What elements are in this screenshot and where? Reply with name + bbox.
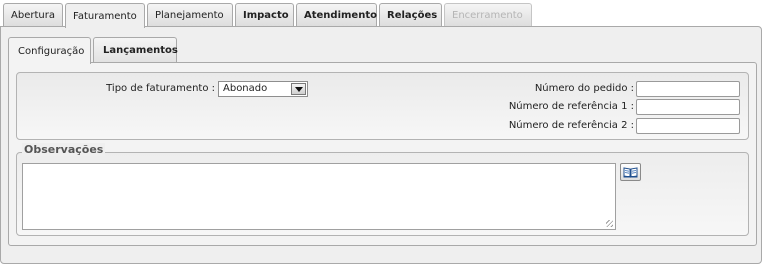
chevron-down-icon[interactable] xyxy=(291,83,306,95)
numero-pedido-field[interactable] xyxy=(636,81,740,97)
tab-label: Abertura xyxy=(11,10,55,21)
tab-label: Faturamento xyxy=(73,10,137,22)
book-button[interactable] xyxy=(620,163,641,181)
tipo-faturamento-label: Tipo de faturamento : xyxy=(106,83,215,94)
tab-faturamento[interactable]: Faturamento xyxy=(65,3,145,28)
tab-encerramento: Encerramento xyxy=(444,3,532,27)
resize-handle-icon[interactable] xyxy=(606,220,613,227)
tab-label: Impacto xyxy=(243,10,289,21)
main-tabs: Abertura Faturamento Planejamento Impact… xyxy=(3,3,534,28)
observacoes-legend: Observações xyxy=(22,143,106,156)
tab-impacto[interactable]: Impacto xyxy=(235,3,294,27)
tab-lancamentos[interactable]: Lançamentos xyxy=(93,37,178,63)
tab-label: Encerramento xyxy=(452,10,523,21)
tab-abertura[interactable]: Abertura xyxy=(3,3,63,27)
tab-label: Relações xyxy=(387,10,438,21)
tab-label: Lançamentos xyxy=(103,45,178,56)
numero-referencia-2-field[interactable] xyxy=(636,118,740,134)
tab-planejamento[interactable]: Planejamento xyxy=(147,3,233,27)
tab-label: Atendimento xyxy=(304,10,377,21)
numero-referencia-2-label: Número de referência 2 : xyxy=(508,120,634,131)
tipo-faturamento-value: Abonado xyxy=(223,83,268,94)
sub-tabs: Configuração Lançamentos xyxy=(8,37,179,64)
tab-relacoes[interactable]: Relações xyxy=(379,3,442,27)
book-icon xyxy=(623,167,638,178)
tab-label: Planejamento xyxy=(155,10,224,21)
tab-label: Configuração xyxy=(18,45,85,57)
tab-atendimento[interactable]: Atendimento xyxy=(296,3,377,27)
numero-pedido-label: Número do pedido : xyxy=(534,83,634,94)
observacoes-textarea[interactable] xyxy=(22,163,616,230)
tipo-faturamento-select[interactable]: Abonado xyxy=(218,81,308,97)
tab-configuracao[interactable]: Configuração xyxy=(8,37,91,64)
numero-referencia-1-field[interactable] xyxy=(636,99,740,115)
numero-referencia-1-label: Número de referência 1 : xyxy=(508,101,634,112)
